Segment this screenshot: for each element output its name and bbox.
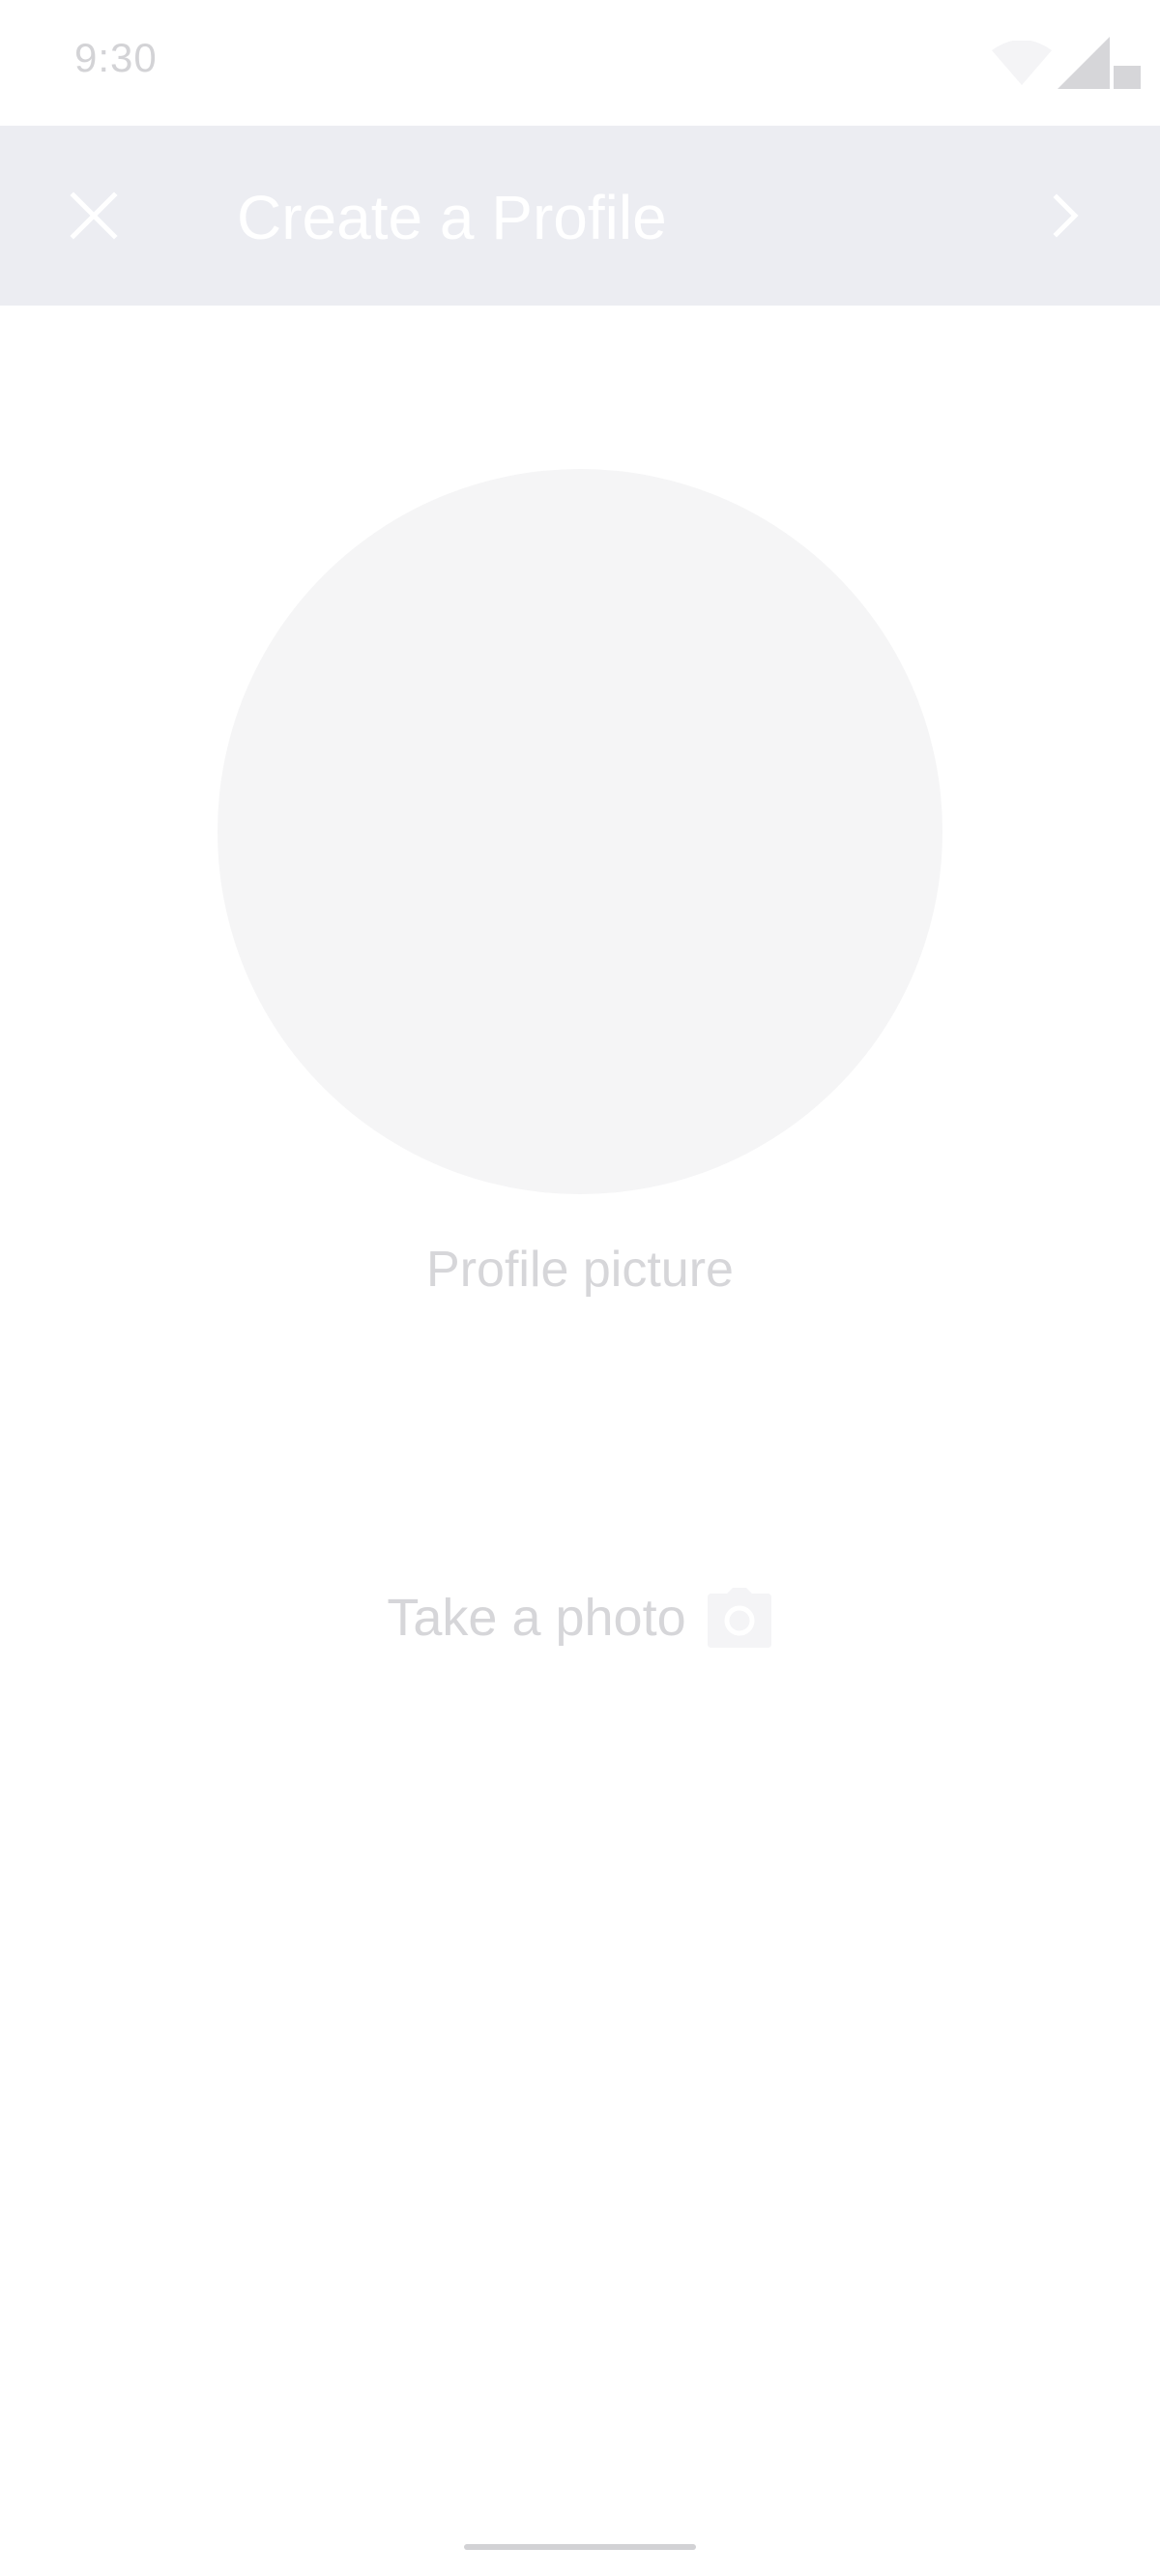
- next-button[interactable]: [1023, 172, 1110, 259]
- take-photo-button[interactable]: Take a photo: [0, 1586, 1160, 1650]
- home-indicator[interactable]: [464, 2544, 696, 2550]
- app-bar: Create a Profile: [0, 126, 1160, 306]
- camera-icon: [706, 1586, 773, 1650]
- battery-icon: [1114, 66, 1141, 89]
- status-icons: [980, 37, 1145, 95]
- status-bar: 9:30: [0, 0, 1160, 126]
- page-title: Create a Profile: [237, 183, 667, 252]
- profile-picture-caption: Profile picture: [426, 1242, 734, 1298]
- chevron-right-icon: [1053, 193, 1079, 238]
- close-button[interactable]: [50, 172, 137, 259]
- wifi-icon: [992, 41, 1052, 85]
- status-time: 9:30: [74, 35, 158, 80]
- close-icon: [70, 191, 118, 240]
- take-photo-label: Take a photo: [387, 1589, 686, 1647]
- cell-signal-icon: [1058, 37, 1110, 89]
- profile-picture[interactable]: [218, 469, 942, 1194]
